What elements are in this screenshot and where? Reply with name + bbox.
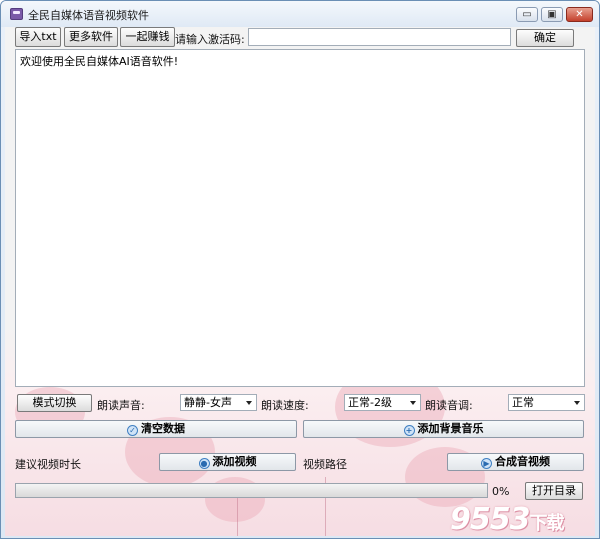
chevron-down-icon xyxy=(410,401,416,405)
watermark-suffix: 下载 xyxy=(529,513,565,534)
minimize-button[interactable]: ▭ xyxy=(516,7,538,22)
confirm-button[interactable]: 确定 xyxy=(516,29,574,47)
more-software-button[interactable]: 更多软件 xyxy=(64,27,118,47)
chevron-down-icon xyxy=(574,401,580,405)
speed-select-value: 正常-2级 xyxy=(348,396,392,409)
add-bgm-label: 添加背景音乐 xyxy=(417,422,484,435)
check-circle-icon: ✓ xyxy=(127,425,138,436)
app-icon xyxy=(10,8,23,20)
text-editor[interactable]: 欢迎使用全民自媒体AI语音软件! xyxy=(15,49,585,387)
tone-select[interactable]: 正常 xyxy=(508,394,585,411)
watermark-number: 9553 xyxy=(450,502,530,536)
close-button[interactable]: ✕ xyxy=(566,7,593,22)
add-video-button[interactable]: ● 添加视频 xyxy=(159,453,296,471)
plus-circle-icon: + xyxy=(403,425,415,436)
progress-bar xyxy=(15,483,488,498)
earn-together-button[interactable]: 一起赚钱 xyxy=(120,27,175,47)
welcome-text: 欢迎使用全民自媒体AI语音软件! xyxy=(20,55,179,68)
clear-data-button[interactable]: ✓ 清空数据 xyxy=(15,420,297,438)
compose-av-button[interactable]: ▶ 合成音视频 xyxy=(447,453,584,471)
voice-label: 朗读声音: xyxy=(97,399,145,412)
window-title: 全民自媒体语音视频软件 xyxy=(28,9,149,22)
app-window: 全民自媒体语音视频软件 ▭ ▣ ✕ 导入txt 更多软件 一起赚钱 请输入激活码… xyxy=(0,0,600,539)
activation-code-input[interactable] xyxy=(248,28,511,46)
video-path-label: 视频路径 xyxy=(303,458,347,471)
client-area: 导入txt 更多软件 一起赚钱 请输入激活码: 确定 欢迎使用全民自媒体AI语音… xyxy=(5,27,595,536)
suggested-duration-label: 建议视频时长 xyxy=(15,458,81,471)
clear-data-label: 清空数据 xyxy=(141,422,185,435)
add-bgm-button[interactable]: + 添加背景音乐 xyxy=(303,420,584,438)
mode-switch-button[interactable]: 模式切换 xyxy=(17,394,92,412)
open-directory-button[interactable]: 打开目录 xyxy=(525,482,583,500)
play-circle-icon: ▶ xyxy=(481,458,492,469)
speed-select[interactable]: 正常-2级 xyxy=(344,394,421,411)
chevron-down-icon xyxy=(246,401,252,405)
activation-code-label: 请输入激活码: xyxy=(175,33,245,46)
add-video-label: 添加视频 xyxy=(212,455,257,468)
tone-label: 朗读音调: xyxy=(425,399,473,412)
progress-percent: 0% xyxy=(492,485,510,498)
voice-select-value: 静静-女声 xyxy=(184,396,232,409)
voice-select[interactable]: 静静-女声 xyxy=(180,394,257,411)
import-txt-button[interactable]: 导入txt xyxy=(15,27,61,47)
tone-select-value: 正常 xyxy=(512,396,534,409)
title-bar[interactable]: 全民自媒体语音视频软件 ▭ ▣ ✕ xyxy=(1,1,599,27)
film-circle-icon: ● xyxy=(198,458,210,469)
maximize-button[interactable]: ▣ xyxy=(541,7,563,22)
site-watermark-logo: 9553下载 xyxy=(450,502,565,536)
speed-label: 朗读速度: xyxy=(261,399,309,412)
compose-av-label: 合成音视频 xyxy=(495,455,550,468)
